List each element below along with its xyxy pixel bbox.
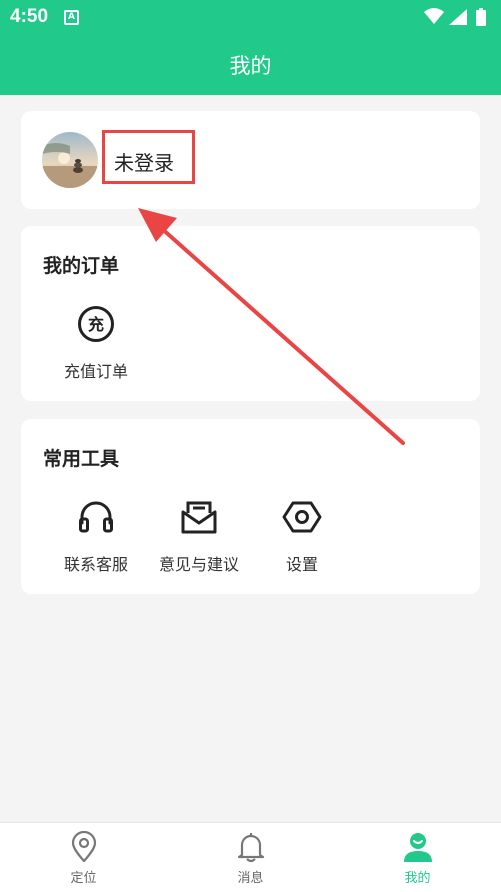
tab-location[interactable]: 定位 (0, 823, 167, 892)
login-status-label[interactable]: 未登录 (114, 147, 174, 176)
status-time: 4:50 (10, 6, 49, 27)
settings-label: 设置 (285, 555, 318, 574)
tab-location-label: 定位 (70, 871, 97, 886)
settings-button[interactable]: 设置 (247, 497, 357, 577)
battery-icon (476, 10, 486, 26)
notification-a-icon: A (64, 10, 79, 25)
avatar[interactable] (42, 132, 98, 188)
recharge-order-button[interactable]: 充 充值订单 (41, 304, 151, 384)
user-icon (404, 833, 432, 862)
headset-icon (79, 501, 113, 533)
tools-title: 常用工具 (43, 448, 120, 470)
tools-card: 常用工具 联系客服 意见与建议 设置 (21, 419, 480, 594)
tab-bar: 定位 消息 我的 (0, 822, 501, 892)
tab-messages-label: 消息 (237, 871, 264, 886)
status-icons (424, 8, 486, 26)
feedback-label: 意见与建议 (158, 555, 239, 574)
contact-service-button[interactable]: 联系客服 (41, 497, 151, 577)
signal-icon (449, 9, 467, 25)
mail-feedback-icon (181, 501, 217, 534)
charge-icon-glyph: 充 (88, 315, 104, 334)
status-bar: 4:50 A (0, 0, 501, 34)
bell-icon (237, 833, 265, 863)
wifi-icon (424, 8, 444, 24)
header: 4:50 A 我的 (0, 0, 501, 95)
contact-service-label: 联系客服 (63, 555, 128, 574)
tab-messages[interactable]: 消息 (167, 823, 334, 892)
tab-mine[interactable]: 我的 (334, 823, 501, 892)
orders-card: 我的订单 充 充值订单 (21, 226, 480, 401)
charge-icon: 充 (78, 306, 114, 342)
page-title: 我的 (229, 54, 272, 78)
tab-mine-label: 我的 (404, 871, 431, 886)
recharge-order-label: 充值订单 (63, 362, 128, 381)
avatar-image (42, 132, 98, 188)
feedback-button[interactable]: 意见与建议 (144, 497, 254, 577)
orders-title: 我的订单 (43, 255, 120, 277)
location-pin-icon (71, 831, 97, 863)
settings-hexagon-icon (282, 501, 322, 533)
profile-card[interactable]: 未登录 (21, 111, 480, 209)
